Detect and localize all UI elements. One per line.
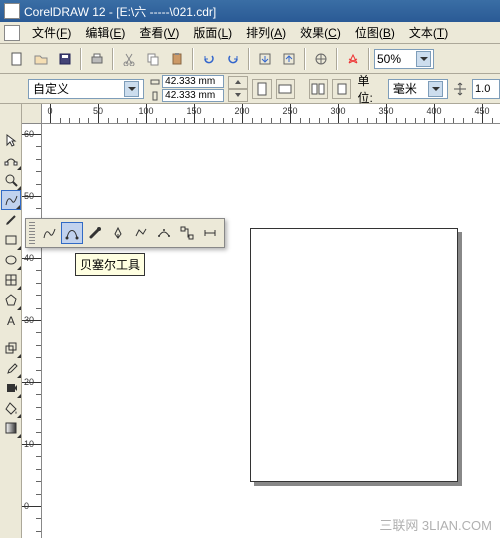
height-icon (148, 90, 162, 102)
artistic-media-tool[interactable] (84, 222, 106, 244)
rectangle-tool[interactable] (1, 230, 21, 250)
dimension-tool[interactable] (199, 222, 221, 244)
redo-button[interactable] (222, 48, 244, 70)
eyedropper-tool[interactable] (1, 358, 21, 378)
vertical-ruler[interactable]: 6050403020100 (22, 124, 42, 538)
menu-edit[interactable]: 编辑(E) (79, 22, 131, 43)
open-button[interactable] (30, 48, 52, 70)
nudge-input[interactable] (472, 79, 500, 99)
interactive-fill-tool[interactable] (1, 418, 21, 438)
zoom-value: 50% (377, 52, 401, 66)
dropdown-arrow-icon[interactable] (428, 81, 443, 97)
spinner-down[interactable] (228, 89, 248, 102)
cut-button[interactable] (118, 48, 140, 70)
separator (368, 48, 370, 70)
title-bar: CorelDRAW 12 - [E:\六 -----\021.cdr] (0, 0, 500, 22)
separator (248, 48, 250, 70)
units-value: 毫米 (393, 80, 417, 97)
separator (80, 48, 82, 70)
workspace: A 050100150200250300350400450 6050403020… (0, 104, 500, 538)
property-bar: 自定义 单位: 毫米 (0, 74, 500, 104)
menu-view[interactable]: 查看(V) (133, 22, 185, 43)
tooltip-text: 贝塞尔工具 (80, 258, 140, 272)
interactive-tool[interactable] (1, 338, 21, 358)
separator (192, 48, 194, 70)
new-button[interactable] (6, 48, 28, 70)
menu-layout[interactable]: 版面(L) (187, 22, 238, 43)
svg-text:A: A (7, 314, 15, 327)
import-button[interactable] (254, 48, 276, 70)
smart-draw-tool[interactable] (1, 210, 21, 230)
app-icon (4, 3, 20, 19)
paste-button[interactable] (166, 48, 188, 70)
canvas[interactable] (42, 124, 500, 538)
horizontal-ruler[interactable]: 050100150200250300350400450 (42, 104, 500, 124)
graph-paper-tool[interactable] (1, 270, 21, 290)
separator (304, 48, 306, 70)
page-height-input[interactable] (162, 89, 224, 102)
spinner-up[interactable] (228, 76, 248, 89)
separator (112, 48, 114, 70)
shape-tool[interactable] (1, 150, 21, 170)
tooltip: 贝塞尔工具 (75, 253, 145, 276)
landscape-button[interactable] (276, 79, 295, 99)
zoom-tool[interactable] (1, 170, 21, 190)
window-title: CorelDRAW 12 - [E:\六 -----\021.cdr] (24, 3, 216, 20)
toolbox: A (0, 104, 22, 538)
ruler-origin[interactable] (22, 104, 42, 124)
outline-tool[interactable] (1, 378, 21, 398)
curve-tool[interactable] (1, 190, 21, 210)
portrait-button[interactable] (252, 79, 271, 99)
app-launcher-button[interactable] (310, 48, 332, 70)
polygon-tool[interactable] (1, 290, 21, 310)
save-button[interactable] (54, 48, 76, 70)
units-label: 单位: (357, 72, 383, 106)
menu-file[interactable]: 文件(F) (26, 22, 77, 43)
export-button[interactable] (278, 48, 300, 70)
flyout-drag-handle[interactable] (29, 222, 35, 244)
page-dimensions (148, 75, 224, 103)
units-combo[interactable]: 毫米 (388, 79, 448, 99)
print-button[interactable] (86, 48, 108, 70)
interactive-connector-tool[interactable] (176, 222, 198, 244)
dropdown-arrow-icon[interactable] (124, 81, 139, 97)
page-mode-button-2[interactable] (332, 79, 351, 99)
pick-tool[interactable] (1, 130, 21, 150)
watermark: 三联网 3LIAN.COM (379, 515, 492, 534)
nudge-icon (452, 81, 468, 97)
width-icon (148, 76, 162, 88)
page-width-input[interactable] (162, 75, 224, 88)
dropdown-arrow-icon[interactable] (416, 51, 431, 67)
menu-arrange[interactable]: 排列(A) (240, 22, 292, 43)
freehand-tool[interactable] (38, 222, 60, 244)
menu-text[interactable]: 文本(T) (403, 22, 454, 43)
text-tool[interactable]: A (1, 310, 21, 330)
preset-value: 自定义 (33, 80, 69, 97)
fill-tool[interactable] (1, 398, 21, 418)
paper-preset-combo[interactable]: 自定义 (28, 79, 144, 99)
control-menu-icon[interactable] (4, 25, 20, 41)
standard-toolbar: 50% (0, 44, 500, 74)
curve-flyout (25, 218, 225, 248)
undo-button[interactable] (198, 48, 220, 70)
corel-online-button[interactable] (342, 48, 364, 70)
separator (336, 48, 338, 70)
3point-curve-tool[interactable] (153, 222, 175, 244)
page[interactable] (250, 228, 458, 482)
page-mode-button-1[interactable] (309, 79, 328, 99)
copy-button[interactable] (142, 48, 164, 70)
polyline-tool[interactable] (130, 222, 152, 244)
bezier-tool[interactable] (61, 222, 83, 244)
zoom-combo[interactable]: 50% (374, 49, 434, 69)
menu-effects[interactable]: 效果(C) (294, 22, 347, 43)
menu-bitmap[interactable]: 位图(B) (349, 22, 401, 43)
pen-tool[interactable] (107, 222, 129, 244)
ruler-area: 050100150200250300350400450 605040302010… (22, 104, 500, 538)
menu-bar: 文件(F) 编辑(E) 查看(V) 版面(L) 排列(A) 效果(C) 位图(B… (0, 22, 500, 44)
ellipse-tool[interactable] (1, 250, 21, 270)
